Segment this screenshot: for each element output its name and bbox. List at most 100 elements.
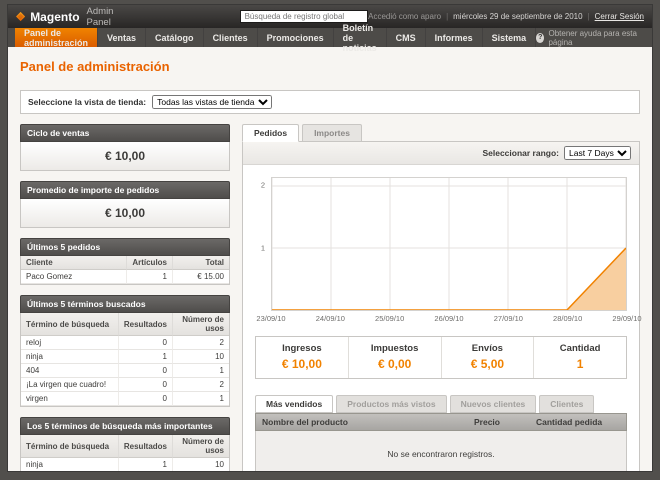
term-cell: virgen — [21, 392, 119, 406]
box-title: Últimos 5 términos buscados — [20, 295, 230, 313]
stat-value: € 0,00 — [351, 357, 439, 371]
dashboard-main-column: Pedidos Importes Seleccionar rango: — [242, 124, 640, 471]
table-row[interactable]: ninja 1 10 — [21, 458, 229, 471]
nav-item-label: Sistema — [492, 33, 527, 43]
orders-chart: 12 23/09/1024/09/1025/09/1026/09/1027/09… — [255, 177, 627, 324]
x-axis-label: 23/09/10 — [256, 314, 285, 323]
page-title: Panel de administración — [20, 59, 640, 74]
nav-item-label: Promociones — [267, 33, 324, 43]
content-area: Panel de administración Seleccione la vi… — [8, 47, 652, 471]
x-axis-label: 29/09/10 — [612, 314, 641, 323]
range-select[interactable]: Last 7 Days — [564, 146, 631, 160]
x-axis-label: 24/09/10 — [316, 314, 345, 323]
help-label: Obtener ayuda para esta página — [548, 29, 644, 47]
uses-cell: 2 — [173, 378, 229, 392]
tab-label: Productos más vistos — [347, 399, 435, 409]
results-cell: 0 — [119, 378, 173, 392]
nav-item-label: Clientes — [213, 33, 248, 43]
uses-cell: 1 — [173, 364, 229, 378]
last-search-table: Término de búsqueda Resultados Número de… — [20, 313, 230, 407]
y-axis-label: 2 — [261, 181, 265, 190]
nav-item[interactable]: Informes — [426, 28, 483, 47]
tab-label: Importes — [314, 128, 350, 138]
nav-list: Panel de administración Ventas Catálogo … — [15, 28, 536, 47]
nav-item-label: Panel de administración — [24, 28, 88, 48]
y-axis: 12 — [255, 177, 268, 311]
column-header: Número de usos — [173, 435, 229, 458]
column-header: Total — [173, 256, 229, 270]
table-row[interactable]: Paco Gomez 1 € 15.00 — [21, 270, 229, 284]
empty-message: No se encontraron registros. — [255, 431, 627, 471]
tab[interactable]: Importes — [302, 124, 362, 142]
uses-cell: 10 — [173, 350, 229, 364]
table-row[interactable]: ninja 1 10 — [21, 350, 229, 364]
store-view-label: Seleccione la vista de tienda: — [28, 97, 146, 107]
results-cell: 0 — [119, 392, 173, 406]
tab[interactable]: Más vendidos — [255, 395, 333, 413]
tab-label: Pedidos — [254, 128, 287, 138]
nav-item[interactable]: Panel de administración — [15, 28, 98, 47]
term-cell: 404 — [21, 364, 119, 378]
nav-item[interactable]: Promociones — [258, 28, 334, 47]
stat-cell: Envíos € 5,00 — [441, 337, 534, 378]
x-axis-label: 25/09/10 — [375, 314, 404, 323]
box-title: Últimos 5 pedidos — [20, 238, 230, 256]
tab[interactable]: Productos más vistos — [336, 395, 446, 413]
header-bar: Magento Admin Panel Accedió como aparo |… — [8, 5, 652, 28]
store-view-select[interactable]: Todas las vistas de tienda — [152, 95, 272, 109]
chart-plot-area — [271, 177, 627, 311]
nav-item[interactable]: Ventas — [98, 28, 146, 47]
nav-item-label: Catálogo — [155, 33, 194, 43]
logo-suffix: Admin Panel — [87, 6, 125, 28]
current-date: miércoles 29 de septiembre de 2010 — [453, 12, 582, 21]
y-axis-label: 1 — [261, 244, 265, 253]
tab-label: Nuevos clientes — [461, 399, 526, 409]
column-header: Cantidad pedida — [530, 414, 626, 430]
logo-text: Magento — [30, 10, 79, 24]
tab[interactable]: Nuevos clientes — [450, 395, 537, 413]
page-help-link[interactable]: ? Obtener ayuda para esta página — [536, 28, 644, 47]
nav-item[interactable]: CMS — [387, 28, 426, 47]
grid-header-row: Nombre del producto Precio Cantidad pedi… — [255, 413, 627, 431]
lifetime-sales-value: € 10,00 — [20, 142, 230, 171]
window-frame: Magento Admin Panel Accedió como aparo |… — [0, 0, 660, 480]
stat-value: 1 — [536, 357, 624, 371]
table-row[interactable]: virgen 0 1 — [21, 392, 229, 406]
column-header: Término de búsqueda — [21, 435, 119, 458]
term-cell: ninja — [21, 458, 119, 471]
chart-canvas — [272, 178, 626, 310]
nav-item[interactable]: Boletín de noticias — [334, 28, 387, 47]
table-row[interactable]: 404 0 1 — [21, 364, 229, 378]
items-cell: 1 — [127, 270, 173, 284]
tab-label: Más vendidos — [266, 399, 322, 409]
nav-item[interactable]: Sistema — [483, 28, 537, 47]
uses-cell: 10 — [173, 458, 229, 471]
help-icon: ? — [536, 33, 544, 43]
column-header: Nombre del producto — [256, 414, 468, 430]
last-search-terms-box: Últimos 5 términos buscados Término de b… — [20, 295, 230, 407]
tab[interactable]: Pedidos — [242, 124, 299, 142]
stat-label: Ingresos — [258, 343, 346, 354]
tab[interactable]: Clientes — [539, 395, 594, 413]
top-search-terms-box: Los 5 términos de búsqueda más important… — [20, 417, 230, 471]
table-row[interactable]: ¡La virgen que cuadro! 0 2 — [21, 378, 229, 392]
lifetime-sales-box: Ciclo de ventas € 10,00 — [20, 124, 230, 171]
nav-item[interactable]: Catálogo — [146, 28, 204, 47]
stat-label: Envíos — [444, 343, 532, 354]
nav-item[interactable]: Clientes — [204, 28, 258, 47]
nav-item-label: CMS — [396, 33, 416, 43]
global-search-input[interactable] — [240, 10, 369, 23]
chart-tabs: Pedidos Importes — [242, 124, 640, 142]
column-header: Resultados — [119, 313, 173, 336]
term-cell: reloj — [21, 336, 119, 350]
x-axis-label: 27/09/10 — [494, 314, 523, 323]
top-search-table: Término de búsqueda Resultados Número de… — [20, 435, 230, 471]
results-cell: 1 — [119, 458, 173, 471]
last-orders-table: Cliente Artículos Total Paco Gomez 1 € 1… — [20, 256, 230, 285]
stat-cell: Impuestos € 0,00 — [348, 337, 441, 378]
table-row[interactable]: reloj 0 2 — [21, 336, 229, 350]
stat-label: Impuestos — [351, 343, 439, 354]
average-orders-box: Promedio de importe de pedidos € 10,00 — [20, 181, 230, 228]
logout-link[interactable]: Cerrar Sesión — [595, 12, 644, 21]
term-cell: ninja — [21, 350, 119, 364]
